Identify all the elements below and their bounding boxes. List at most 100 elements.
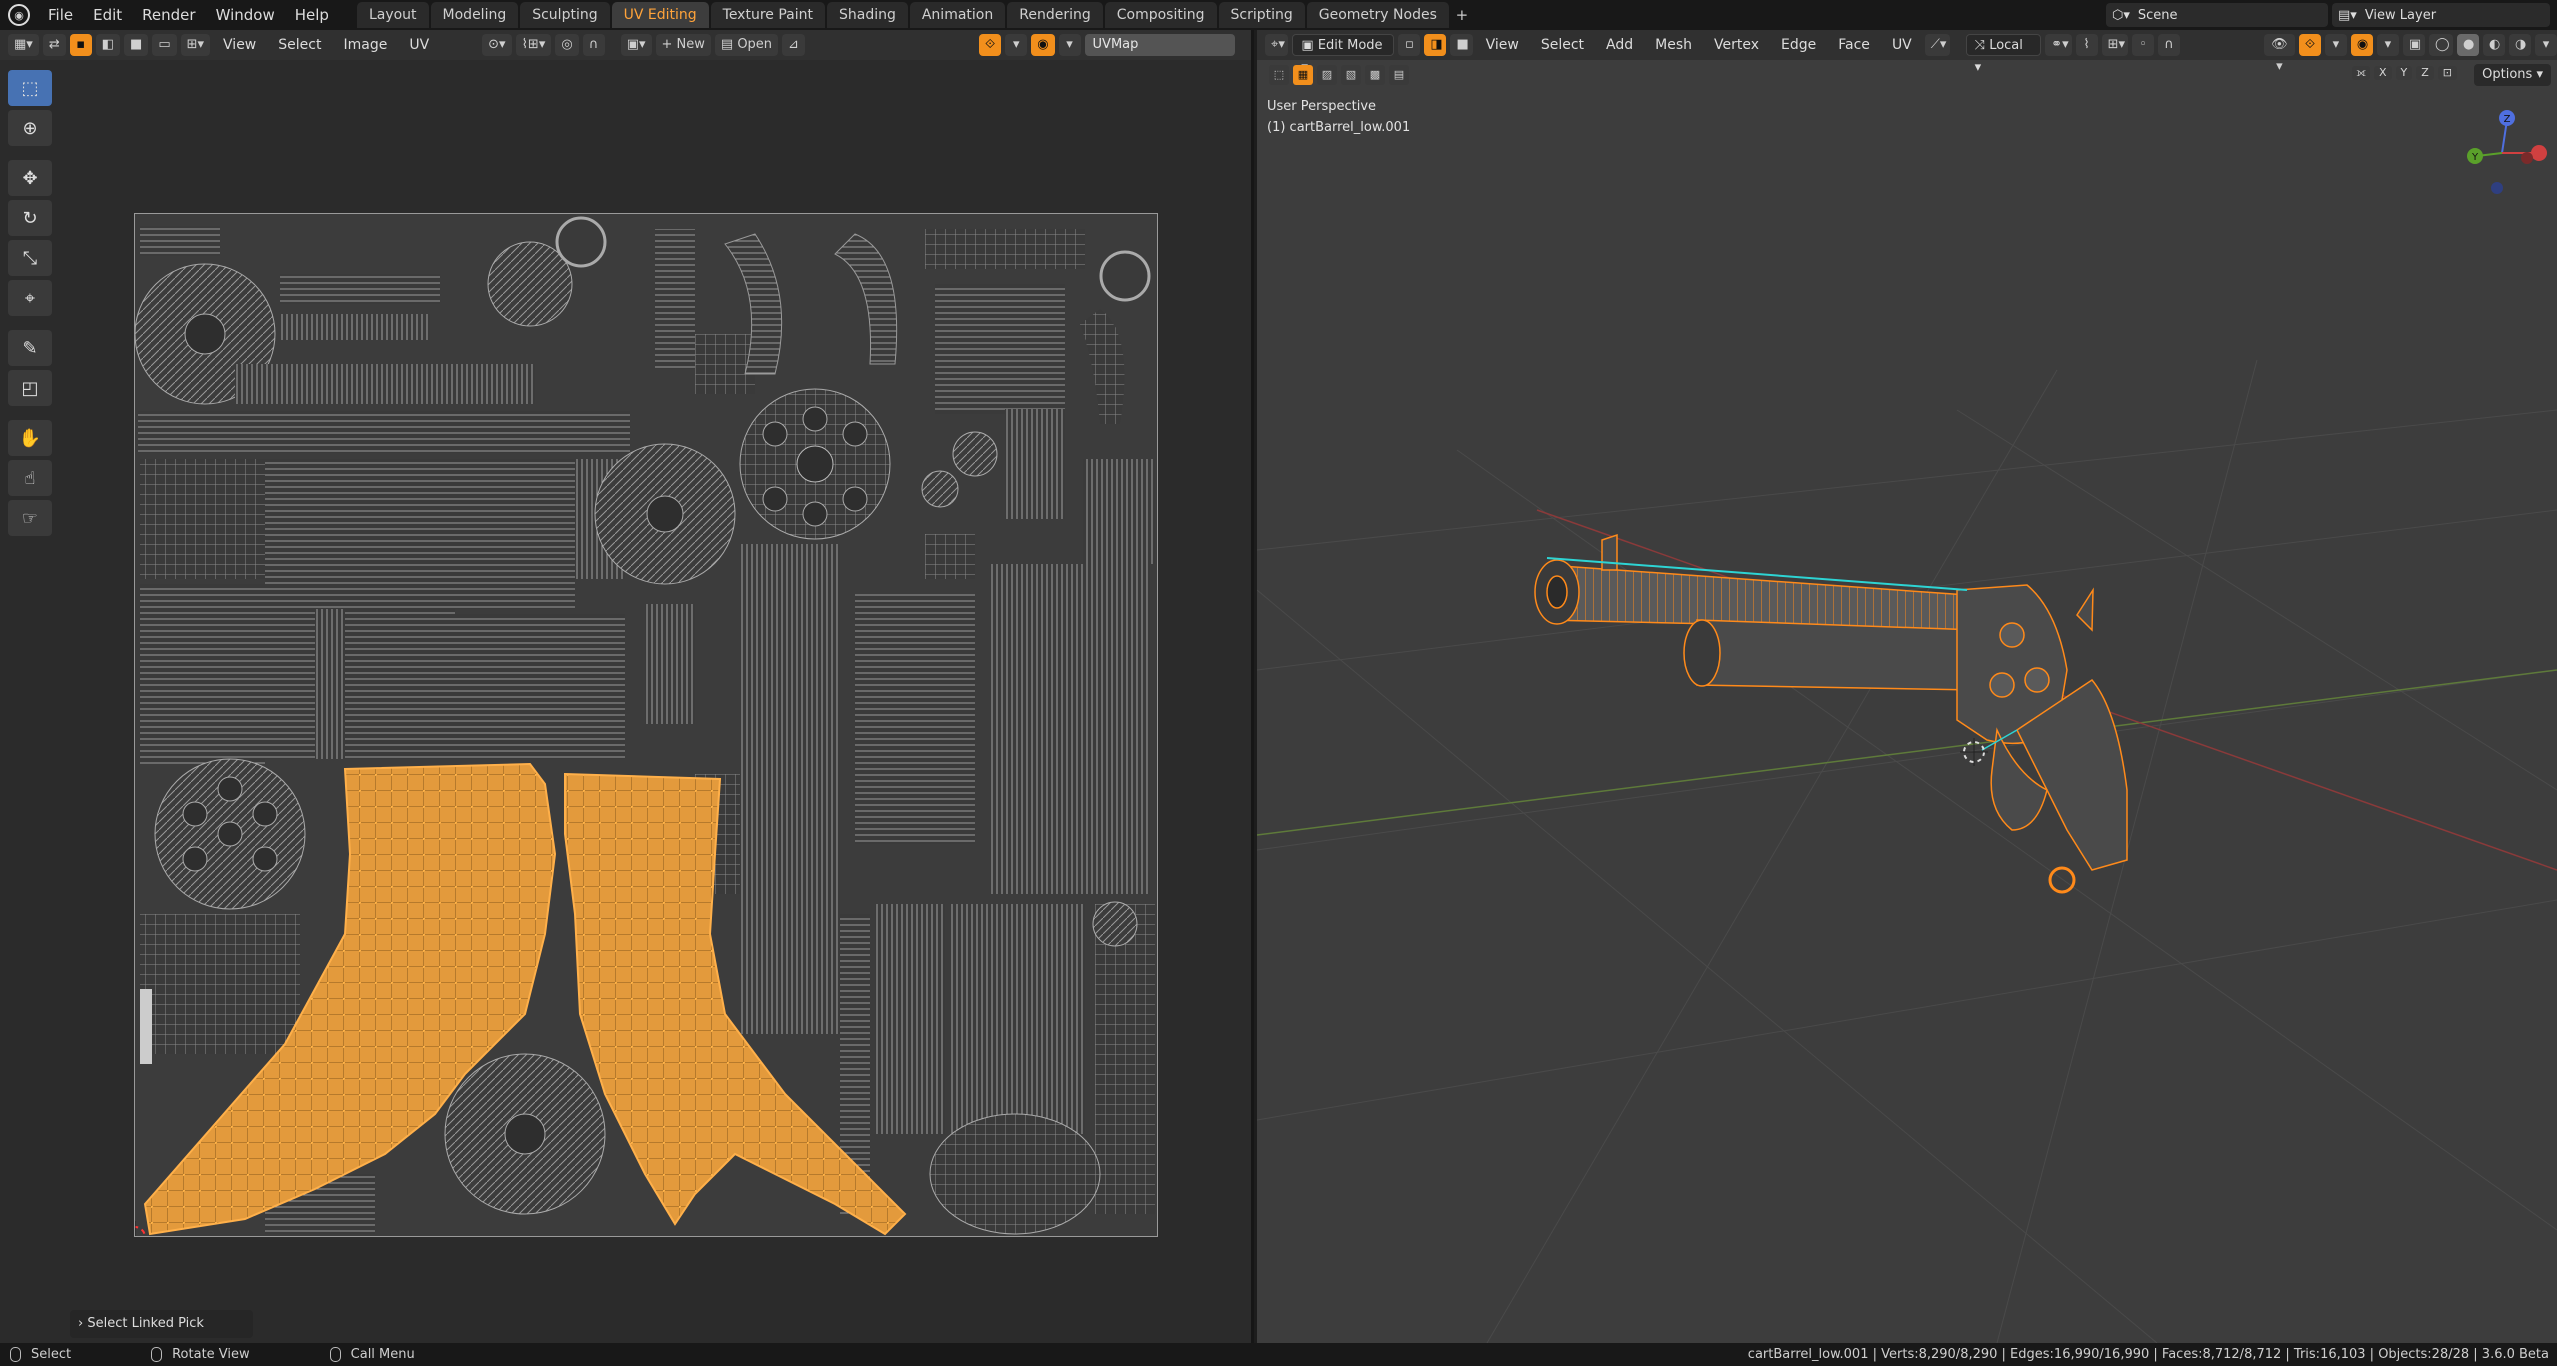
3d-viewport[interactable]: ⌖▾ ▣ Edit Mode ▾ ▫ ◨ ■ View Select Add M… [1257,30,2557,1343]
pin-icon[interactable]: ⊿ [782,34,805,56]
uv-menu-view[interactable]: View [214,37,265,53]
select-subtract-icon[interactable]: ▧ [1341,65,1361,85]
open-image-button[interactable]: ▤ Open [714,34,779,56]
orientation-selector[interactable]: ⤨ Local ▾ [1965,34,2042,75]
transform-pivot-icon[interactable]: ⟋▾ [1924,34,1950,56]
uv-menu-select[interactable]: Select [269,37,330,53]
solid-shading-icon[interactable]: ● [2457,34,2480,56]
blender-logo-icon[interactable]: ◉ [8,4,30,26]
tab-geometry-nodes[interactable]: Geometry Nodes [1306,2,1449,28]
uv-overlay-icon[interactable]: ⟐ [978,34,1002,56]
rendered-shading-icon[interactable]: ◑ [2509,34,2532,56]
move-tool-icon[interactable]: ✥ [8,160,52,196]
snap-icon[interactable]: ⌇⊞▾ [515,34,552,56]
uvmap-field[interactable]: UVMap [1084,34,1235,56]
operator-panel[interactable]: › Select Linked Pick [70,1310,253,1338]
axis-x-toggle[interactable]: X [2373,66,2392,80]
menu-render[interactable]: Render [132,0,205,30]
vp-menu-select[interactable]: Select [1532,37,1593,53]
vertex-select-icon[interactable]: ▪ [69,34,92,56]
tab-shading[interactable]: Shading [826,2,908,28]
auto-merge-icon[interactable]: ⊡ [2437,66,2457,80]
menu-file[interactable]: File [38,0,83,30]
uv-menu-image[interactable]: Image [334,37,396,53]
scale-tool-icon[interactable]: ⤡ [8,240,52,276]
vp-menu-vertex[interactable]: Vertex [1705,37,1768,53]
axis-z-toggle[interactable]: Z [2416,66,2434,80]
menu-window[interactable]: Window [206,0,285,30]
uv-display-dropdown-icon[interactable]: ▾ [1058,34,1081,56]
select-extend-icon[interactable]: ▨ [1317,65,1337,85]
tab-rendering[interactable]: Rendering [1007,2,1103,28]
xray-icon[interactable]: ▣ [2402,34,2426,56]
uv-display-icon[interactable]: ◉ [1031,34,1055,56]
pivot-icon[interactable]: ⊙▾ [482,34,512,56]
grab-tool-icon[interactable]: ✋ [8,420,52,456]
wireframe-shading-icon[interactable]: ◯ [2429,34,2454,56]
proportional-edit-icon[interactable]: ◎ [555,34,579,56]
face-mode-icon[interactable]: ■ [1450,34,1473,56]
sticky-mode-icon[interactable]: ⊞▾ [180,34,211,56]
edge-select-icon[interactable]: ◧ [95,34,121,56]
uv-layout[interactable] [134,213,1158,1237]
pivot-point-icon[interactable]: ⚭▾ [2045,34,2072,56]
vp-menu-edge[interactable]: Edge [1772,37,1825,53]
select-intersect-icon[interactable]: ▤ [1389,65,1409,85]
editor-type-icon[interactable]: ▦▾ [8,34,39,56]
navigation-gizmo[interactable]: Z Y [2457,98,2547,218]
cursor-tool-icon[interactable]: ⊕ [8,110,52,146]
gizmo-dropdown-icon[interactable]: ▾ [2324,34,2347,56]
tab-uv-editing[interactable]: UV Editing [611,2,709,28]
select-new-icon[interactable]: ▦ [1293,65,1313,85]
edge-mode-icon[interactable]: ◨ [1424,34,1447,56]
vp-menu-face[interactable]: Face [1829,37,1879,53]
tab-sculpting[interactable]: Sculpting [520,2,610,28]
rotate-tool-icon[interactable]: ↻ [8,200,52,236]
material-shading-icon[interactable]: ◐ [2483,34,2506,56]
gizmo-toggle-icon[interactable]: ⟐ [2298,34,2321,56]
face-select-icon[interactable]: ■ [124,34,149,56]
vertex-mode-icon[interactable]: ▫ [1398,34,1421,56]
select-tool-icon[interactable]: ⬚ [1269,65,1289,85]
rip-tool-icon[interactable]: ◰ [8,370,52,406]
relax-tool-icon[interactable]: ☝ [8,460,52,496]
shading-dropdown-icon[interactable]: ▾ [2535,34,2557,56]
options-dropdown[interactable]: Options ▾ [2474,64,2551,86]
transform-tool-icon[interactable]: ⌖ [8,280,52,316]
menu-edit[interactable]: Edit [83,0,132,30]
vp-menu-mesh[interactable]: Mesh [1646,37,1701,53]
image-browse-icon[interactable]: ▣▾ [620,34,652,56]
proportional-falloff-icon[interactable]: ∩ [2157,34,2180,56]
select-box-tool-icon[interactable]: ⬚ [8,70,52,106]
add-workspace-button[interactable]: + [1451,2,1473,28]
tab-scripting[interactable]: Scripting [1218,2,1305,28]
mirror-icon[interactable]: ⟗ [2352,66,2370,80]
vp-menu-uv[interactable]: UV [1883,37,1921,53]
snap-toggle-icon[interactable]: ⌇ [2075,34,2098,56]
axis-y-toggle[interactable]: Y [2395,66,2413,80]
scene-selector[interactable]: ⬡▾ Scene [2106,3,2328,27]
vp-menu-add[interactable]: Add [1597,37,1642,53]
tab-modeling[interactable]: Modeling [430,2,519,28]
tab-animation[interactable]: Animation [909,2,1006,28]
vp-menu-view[interactable]: View [1477,37,1528,53]
sync-selection-icon[interactable]: ⇄ [42,34,66,56]
mode-selector[interactable]: ▣ Edit Mode ▾ [1292,34,1395,75]
tab-texture-paint[interactable]: Texture Paint [710,2,825,28]
uv-menu-uv[interactable]: UV [400,37,438,53]
falloff-icon[interactable]: ∩ [582,34,605,56]
overlay-dropdown-icon[interactable]: ▾ [2376,34,2399,56]
view-layer-selector[interactable]: ▤▾ View Layer [2332,3,2550,27]
island-select-icon[interactable]: ▭ [152,34,177,56]
annotate-tool-icon[interactable]: ✎ [8,330,52,366]
menu-help[interactable]: Help [285,0,339,30]
pinch-tool-icon[interactable]: ☞ [8,500,52,536]
select-invert-icon[interactable]: ▩ [1365,65,1385,85]
new-image-button[interactable]: + New [655,34,711,56]
tab-compositing[interactable]: Compositing [1104,2,1217,28]
visibility-icon[interactable]: 👁▾ [2263,34,2295,74]
proportional-icon[interactable]: ◦ [2131,34,2154,56]
viewport-editor-type-icon[interactable]: ⌖▾ [1265,34,1289,56]
uv-overlay-dropdown-icon[interactable]: ▾ [1005,34,1028,56]
uv-editor[interactable]: ▦▾ ⇄ ▪ ◧ ■ ▭ ⊞▾ View Select Image UV ⊙▾ … [0,30,1254,1343]
